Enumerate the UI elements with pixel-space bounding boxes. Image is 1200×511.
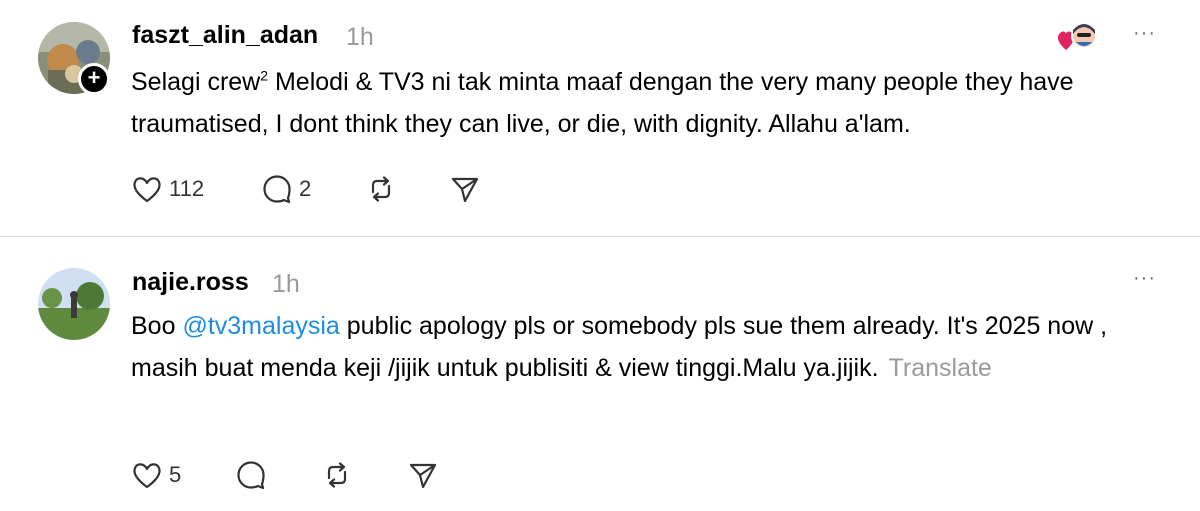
repost-button[interactable] [320, 455, 354, 495]
repost-icon [371, 176, 391, 202]
more-options-icon[interactable]: ··· [1133, 22, 1156, 45]
repost-button[interactable] [364, 169, 398, 209]
follow-button[interactable]: + [78, 63, 110, 95]
like-button[interactable]: 5 [130, 455, 181, 495]
like-count: 112 [169, 176, 205, 201]
like-button[interactable]: 112 [130, 169, 204, 209]
heart-icon [133, 177, 161, 203]
reply-button[interactable]: 2 [260, 169, 311, 209]
reply-button[interactable] [234, 455, 268, 495]
username[interactable]: faszt_alin_adan [132, 21, 318, 50]
liker-avatars[interactable] [1056, 20, 1100, 54]
share-button[interactable] [406, 455, 440, 495]
heart-icon [133, 463, 161, 489]
repost-icon [327, 462, 347, 488]
share-icon [451, 177, 479, 203]
share-button[interactable] [448, 169, 482, 209]
post-text: Selagi crew2 Melodi & TV3 ni tak minta m… [131, 67, 1074, 138]
mention-link[interactable]: @tv3malaysia [182, 312, 339, 340]
post-text: Boo @tv3malaysia public apology pls or s… [131, 312, 1108, 382]
like-count: 5 [169, 462, 182, 487]
thread-post: najie.ross 1h ··· Boo @tv3malaysia publi… [0, 237, 1200, 511]
comment-icon [263, 175, 291, 204]
timestamp: 1h [346, 23, 374, 51]
more-options-icon[interactable]: ··· [1133, 267, 1156, 290]
share-icon [409, 463, 437, 489]
username[interactable]: najie.ross [132, 268, 249, 297]
comment-icon [237, 461, 265, 490]
translate-link[interactable]: Translate [889, 354, 992, 382]
reply-count: 2 [299, 176, 312, 201]
thread-post: + faszt_alin_adan 1h ··· Selagi crew2 Me… [0, 0, 1200, 236]
avatar[interactable] [38, 268, 110, 340]
timestamp: 1h [272, 270, 300, 298]
